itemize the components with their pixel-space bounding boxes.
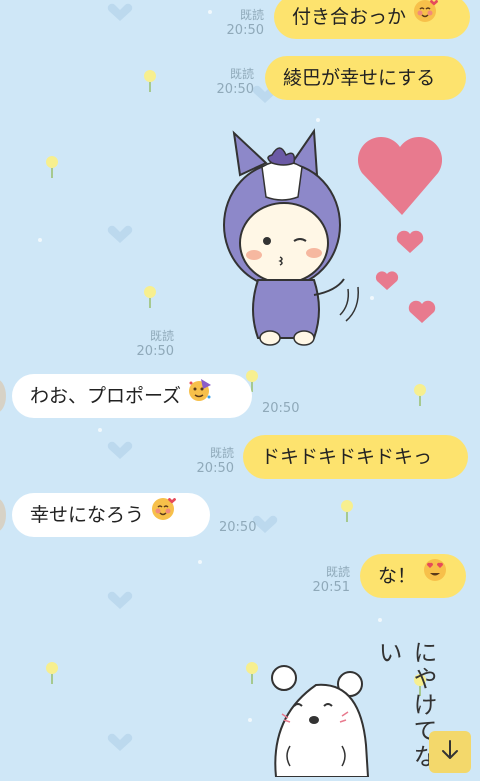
timestamp: 20:50 [136,344,174,359]
arrow-down-icon [440,739,460,765]
my-message-bubble[interactable]: 綾巴が幸せにする [265,56,466,100]
read-status: 既読 [209,446,234,460]
message-meta: 既読 20:50 [124,329,174,359]
my-message-bubble[interactable]: 付き合おっか [274,0,470,39]
timestamp: 20:50 [219,520,257,535]
message-text: わお、プロポーズ [30,385,182,407]
avatar[interactable] [0,379,6,413]
heart-eyes-emoji-icon [422,555,448,599]
message-text: な！ [378,565,417,587]
message-meta: 既読 20:50 [210,8,264,38]
their-message-bubble[interactable]: わお、プロポーズ [12,374,252,418]
read-status: 既読 [239,8,264,22]
message-meta: 既読 20:50 [200,67,254,97]
read-status: 既読 [325,565,350,579]
timestamp: 20:51 [312,580,350,595]
party-face-emoji-icon [187,375,213,419]
my-message-bubble[interactable]: ドキドキドキドキっ [243,435,468,479]
smiling-hearts-emoji-icon [150,494,176,538]
scroll-to-bottom-button[interactable] [429,731,471,773]
timestamp: 20:50 [226,23,264,38]
timestamp: 20:50 [262,401,300,416]
timestamp: 20:50 [216,82,254,97]
my-message-bubble[interactable]: な！ [360,554,466,598]
their-message-bubble[interactable]: 幸せになろう [12,493,210,537]
read-status: 既読 [229,67,254,81]
sticker-purple-horse-character[interactable] [222,125,443,350]
message-text: 付き合おっか [292,6,407,28]
avatar[interactable] [0,498,6,532]
smiling-hearts-emoji-icon [412,0,438,40]
message-text: 綾巴が幸せにする [283,67,436,89]
timestamp: 20:50 [196,461,234,476]
message-text: 幸せになろう [30,504,145,526]
message-text: ドキドキドキドキっ [261,446,433,468]
message-meta: 既読 20:50 [182,446,234,476]
message-meta: 既読 20:51 [300,565,350,595]
read-status: 既読 [149,329,174,343]
